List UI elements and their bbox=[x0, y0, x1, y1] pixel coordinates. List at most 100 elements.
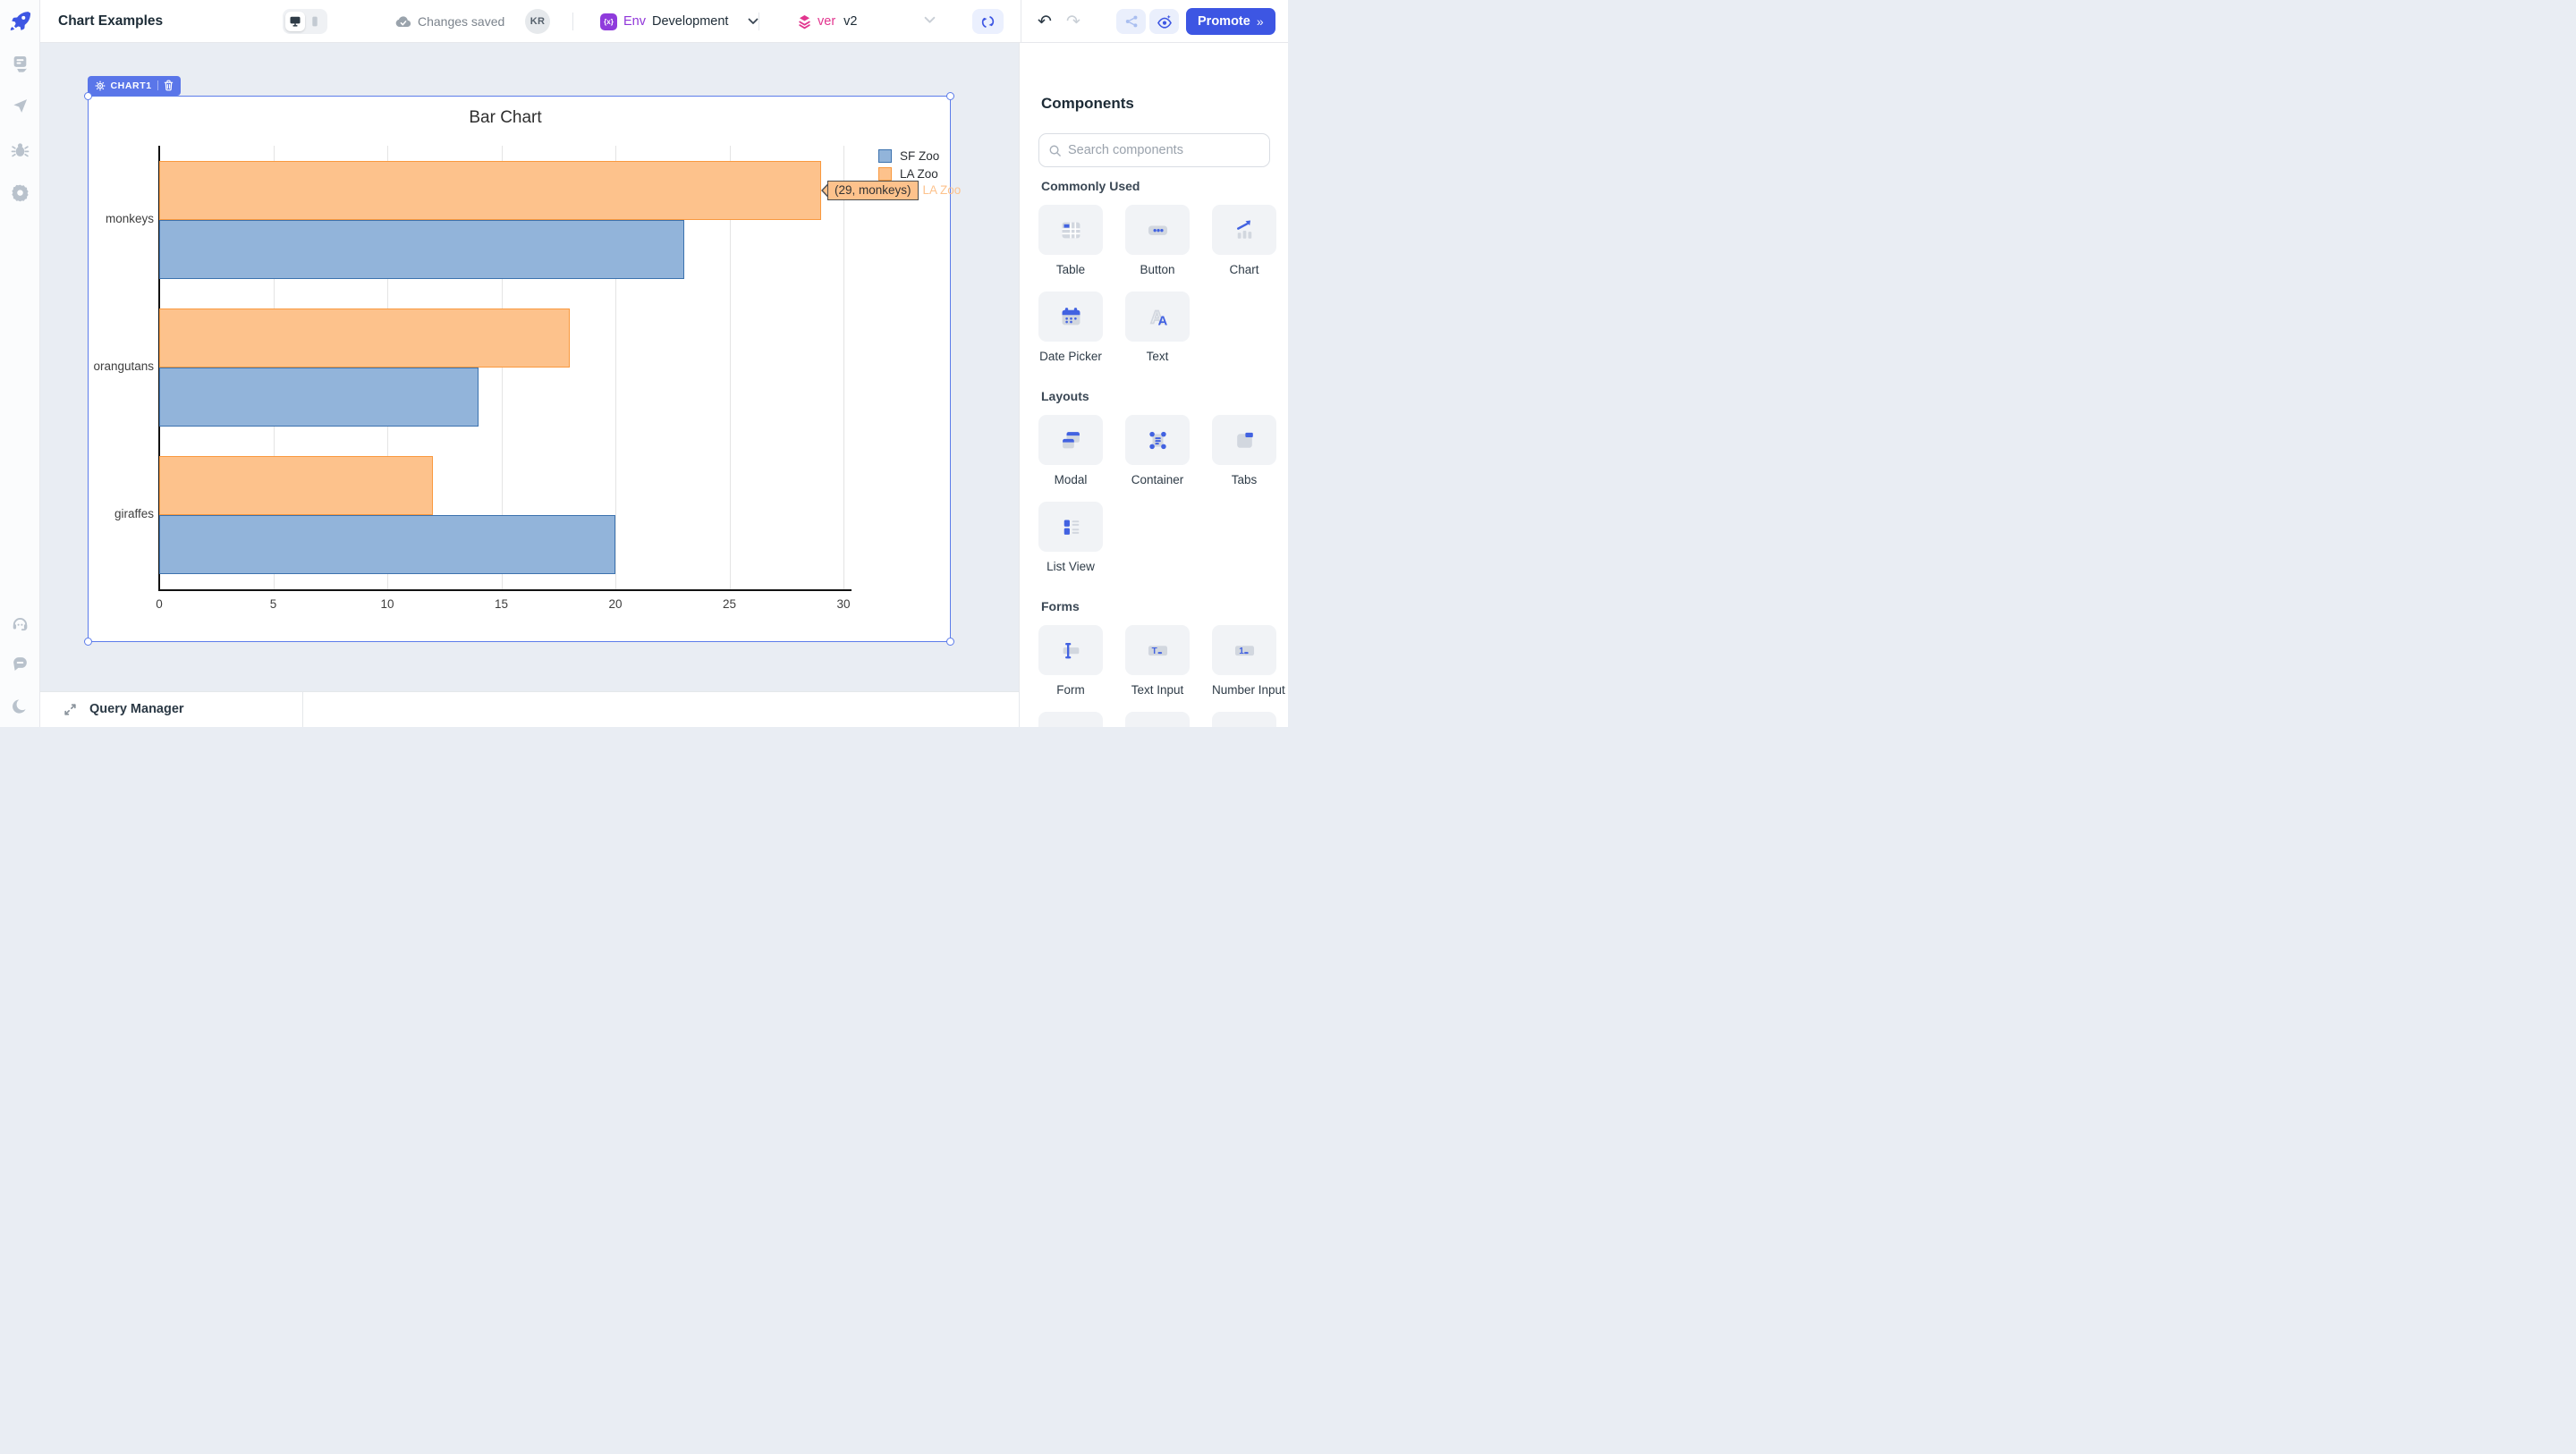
component-card-date-picker[interactable]: Date Picker bbox=[1125, 712, 1190, 727]
component-card-tabs[interactable]: Tabs bbox=[1212, 415, 1276, 486]
query-manager-label: Query Manager bbox=[89, 692, 184, 727]
component-card-checkbox[interactable]: Checkbox bbox=[1212, 712, 1276, 727]
component-card-chart[interactable]: Chart bbox=[1212, 205, 1276, 276]
x-gridline-30 bbox=[843, 146, 844, 589]
chevron-down-icon bbox=[748, 18, 758, 25]
chevron-down-icon[interactable] bbox=[924, 16, 936, 24]
bar-sf-zoo-monkeys[interactable] bbox=[159, 220, 684, 279]
app-root: Chart Examples Changes saved KR {x} Env … bbox=[0, 0, 1288, 727]
phone-icon bbox=[309, 15, 321, 28]
monitor-icon bbox=[289, 15, 301, 28]
cloud-check-icon bbox=[395, 15, 411, 28]
sidebar-dark-mode-icon[interactable] bbox=[11, 697, 30, 715]
share-icon bbox=[1124, 14, 1139, 29]
component-card-text[interactable]: AAText bbox=[1125, 292, 1190, 363]
app-logo-rocket-icon[interactable] bbox=[8, 9, 32, 33]
component-card-text-input[interactable]: TText Input bbox=[1125, 625, 1190, 697]
chart-icon bbox=[1212, 205, 1276, 255]
tooltip-text: (29, monkeys) bbox=[827, 181, 919, 200]
modal-icon bbox=[1038, 415, 1103, 465]
y-category-label: monkeys bbox=[89, 212, 154, 225]
canvas[interactable]: CHART1 Bar Chart051015202530monkeysorang… bbox=[40, 43, 1019, 691]
bar-la-zoo-monkeys[interactable] bbox=[159, 161, 821, 220]
component-card-form[interactable]: Form bbox=[1038, 625, 1103, 697]
component-label: Table bbox=[1038, 263, 1103, 276]
query-manager-bar[interactable]: Query Manager bbox=[40, 691, 1019, 727]
component-card-modal[interactable]: Modal bbox=[1038, 415, 1103, 486]
device-toggle bbox=[283, 9, 327, 34]
component-label: Chart bbox=[1212, 263, 1276, 276]
mobile-toggle-button[interactable] bbox=[305, 12, 325, 31]
undo-button[interactable]: ↶ bbox=[1038, 0, 1052, 43]
component-card-table[interactable]: Table bbox=[1038, 205, 1103, 276]
widget-settings-icon[interactable] bbox=[95, 80, 106, 91]
top-bar: Chart Examples Changes saved KR {x} Env … bbox=[40, 0, 1288, 43]
widget-name: CHART1 bbox=[111, 80, 152, 91]
resize-handle-bottom-right[interactable] bbox=[946, 638, 954, 646]
resize-handle-top-left[interactable] bbox=[84, 92, 92, 100]
sidebar-chat-icon[interactable] bbox=[11, 655, 30, 673]
x-tick-label: 0 bbox=[141, 597, 177, 611]
chart-widget[interactable]: CHART1 Bar Chart051015202530monkeysorang… bbox=[88, 96, 951, 642]
env-selector[interactable]: {x} Env Development bbox=[600, 0, 758, 43]
form-icon bbox=[1038, 625, 1103, 675]
eye-sparkle-icon bbox=[1157, 14, 1173, 29]
section-label: Commonly Used bbox=[1041, 179, 1276, 193]
component-label: Number Input bbox=[1212, 683, 1276, 697]
section-label: Forms bbox=[1041, 599, 1276, 613]
share-button[interactable] bbox=[1116, 9, 1146, 34]
chart-legend: SF Zoo LA Zoo bbox=[878, 149, 939, 184]
legend-item-sf-zoo[interactable]: SF Zoo bbox=[878, 149, 939, 163]
bar-sf-zoo-orangutans[interactable] bbox=[159, 368, 479, 427]
bar-la-zoo-giraffes[interactable] bbox=[159, 456, 433, 515]
search-input[interactable] bbox=[1068, 143, 1260, 157]
redo-button[interactable]: ↷ bbox=[1066, 0, 1080, 43]
sidebar-debug-icon[interactable] bbox=[11, 140, 30, 159]
component-label: Button bbox=[1125, 263, 1190, 276]
component-label: Text bbox=[1125, 350, 1190, 363]
expand-icon[interactable] bbox=[63, 702, 78, 717]
component-card-list-view[interactable]: List View bbox=[1038, 502, 1103, 573]
tabs-icon bbox=[1212, 415, 1276, 465]
section-grid: Modal Container Tabs List View bbox=[1038, 415, 1276, 573]
version-selector[interactable]: ver v2 bbox=[797, 0, 857, 43]
autosave-status: Changes saved bbox=[395, 0, 504, 43]
resize-handle-top-right[interactable] bbox=[946, 92, 954, 100]
legend-label: LA Zoo bbox=[900, 167, 938, 181]
component-sections: Commonly Used Table Button Chart Date Picker… bbox=[1038, 179, 1276, 727]
divider bbox=[302, 692, 303, 727]
sync-button[interactable] bbox=[972, 9, 1004, 34]
passwordinput-icon bbox=[1038, 712, 1103, 727]
desktop-toggle-button[interactable] bbox=[285, 12, 305, 31]
avatar[interactable]: KR bbox=[525, 9, 550, 34]
component-card-number-input[interactable]: 1 Number Input bbox=[1212, 625, 1276, 697]
component-card-button[interactable]: Button bbox=[1125, 205, 1190, 276]
component-card-date-picker[interactable]: Date Picker bbox=[1038, 292, 1103, 363]
sidebar-support-icon[interactable] bbox=[11, 615, 30, 634]
checkbox-icon bbox=[1212, 712, 1276, 727]
legend-item-la-zoo[interactable]: LA Zoo bbox=[878, 167, 939, 181]
sidebar-settings-icon[interactable] bbox=[11, 183, 30, 202]
page-title: Chart Examples bbox=[58, 0, 163, 43]
textinput-icon: T bbox=[1125, 625, 1190, 675]
promote-button[interactable]: Promote» bbox=[1186, 8, 1275, 35]
component-label: Date Picker bbox=[1038, 350, 1103, 363]
sidebar-pages-icon[interactable] bbox=[11, 54, 30, 72]
layers-icon bbox=[797, 14, 812, 30]
x-tick-label: 25 bbox=[712, 597, 748, 611]
bar-chart[interactable]: Bar Chart051015202530monkeysorangutansgi… bbox=[89, 97, 950, 641]
divider bbox=[157, 80, 158, 90]
bar-la-zoo-orangutans[interactable] bbox=[159, 309, 570, 368]
widget-delete-icon[interactable] bbox=[164, 80, 174, 91]
preview-eye-button[interactable] bbox=[1149, 9, 1179, 34]
bar-sf-zoo-giraffes[interactable] bbox=[159, 515, 615, 574]
env-icon: {x} bbox=[600, 13, 617, 30]
resize-handle-bottom-left[interactable] bbox=[84, 638, 92, 646]
sidebar-navigator-icon[interactable] bbox=[11, 97, 30, 115]
panel-title: Components bbox=[1041, 95, 1134, 113]
container-icon bbox=[1125, 415, 1190, 465]
component-card-container[interactable]: Container bbox=[1125, 415, 1190, 486]
numberinput-icon: 1 bbox=[1212, 625, 1276, 675]
svg-text:1: 1 bbox=[1239, 647, 1244, 656]
component-card-password-input[interactable]: Password Input bbox=[1038, 712, 1103, 727]
